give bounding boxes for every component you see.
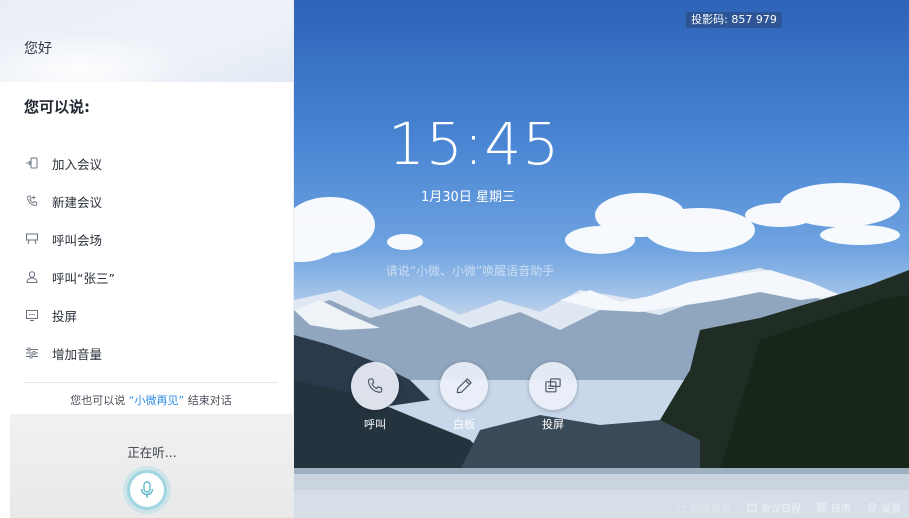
- call-label: 呼叫: [364, 418, 386, 431]
- person-icon: [24, 269, 40, 285]
- apps-button[interactable]: 应用: [817, 500, 851, 515]
- command-new-meeting[interactable]: 新建会议: [24, 182, 274, 220]
- microphone-button[interactable]: [127, 470, 167, 510]
- clock-date: 1月30日 星期三: [421, 190, 515, 205]
- command-volume-up[interactable]: 增加音量: [24, 334, 274, 372]
- calendar-icon: [747, 503, 757, 512]
- grid-icon: [817, 502, 827, 512]
- join-meeting-icon: [24, 155, 40, 171]
- screen-share-button[interactable]: [529, 362, 577, 410]
- screen-share-icon: [545, 378, 561, 393]
- whiteboard-button[interactable]: [440, 362, 488, 410]
- screen-share-label: 投屏: [542, 418, 564, 431]
- command-call-person[interactable]: 呼叫“张三”: [24, 258, 274, 296]
- screen-icon: [24, 307, 40, 323]
- venue-icon: [24, 231, 40, 247]
- end-conversation-tip: 您也可以说 “小微再见” 结束对话: [24, 392, 278, 408]
- end-all-label: 结束所有: [691, 503, 731, 515]
- can-say-heading: 您可以说:: [24, 98, 90, 116]
- whiteboard-action[interactable]: 白板: [429, 362, 499, 432]
- schedule-button[interactable]: 会议日程: [747, 500, 801, 515]
- end-all-button[interactable]: 结束所有: [677, 500, 731, 515]
- new-call-icon: [24, 193, 40, 209]
- listening-area: 正在听...: [10, 414, 294, 518]
- gear-icon: [868, 503, 876, 511]
- end-tip-keyword: “小微再见”: [128, 394, 185, 407]
- assistant-header: 您好: [0, 0, 293, 82]
- volume-slider-icon: [24, 345, 40, 361]
- settings-label: 设置: [881, 503, 901, 515]
- command-label: 呼叫会场: [52, 232, 103, 248]
- command-screen-cast[interactable]: 投屏: [24, 296, 274, 334]
- call-action[interactable]: 呼叫: [340, 362, 410, 432]
- wake-hint: 请说“小微、小微”唤醒语音助手: [385, 264, 555, 278]
- command-label: 增加音量: [52, 346, 103, 362]
- pen-icon: [456, 378, 472, 394]
- end-tip-suffix: 结束对话: [184, 394, 232, 407]
- phone-icon: [367, 378, 383, 393]
- command-join-meeting[interactable]: 加入会议: [24, 144, 274, 182]
- command-call-venue[interactable]: 呼叫会场: [24, 220, 274, 258]
- apps-label: 应用: [831, 503, 851, 515]
- command-label: 投屏: [52, 308, 78, 324]
- assistant-greeting: 您好: [24, 41, 52, 57]
- settings-button[interactable]: 设置: [867, 500, 901, 515]
- end-tip-prefix: 您也可以说: [70, 394, 129, 407]
- exit-icon: [677, 502, 686, 512]
- call-button[interactable]: [351, 362, 399, 410]
- whiteboard-label: 白板: [453, 418, 475, 431]
- panel-divider: [24, 382, 278, 383]
- command-label: 加入会议: [52, 156, 103, 172]
- screen-share-action[interactable]: 投屏: [518, 362, 588, 432]
- listening-status: 正在听...: [127, 445, 177, 460]
- command-list: 加入会议 新建会议 呼叫会场 呼叫“张三” 投屏 增加音量: [24, 144, 274, 372]
- command-label: 新建会议: [52, 194, 103, 210]
- voice-assistant-panel: 您好 您可以说: 加入会议 新建会议 呼叫会场 呼叫“张三” 投屏 增加音量 您…: [0, 0, 294, 518]
- projection-code: 投影码: 857 979: [686, 12, 782, 28]
- bottom-bar: 结束所有 会议日程 应用 设置: [677, 500, 901, 515]
- command-label: 呼叫“张三”: [52, 270, 115, 286]
- schedule-label: 会议日程: [761, 503, 801, 515]
- microphone-icon: [140, 481, 154, 498]
- clock-time: 15:45: [388, 110, 561, 178]
